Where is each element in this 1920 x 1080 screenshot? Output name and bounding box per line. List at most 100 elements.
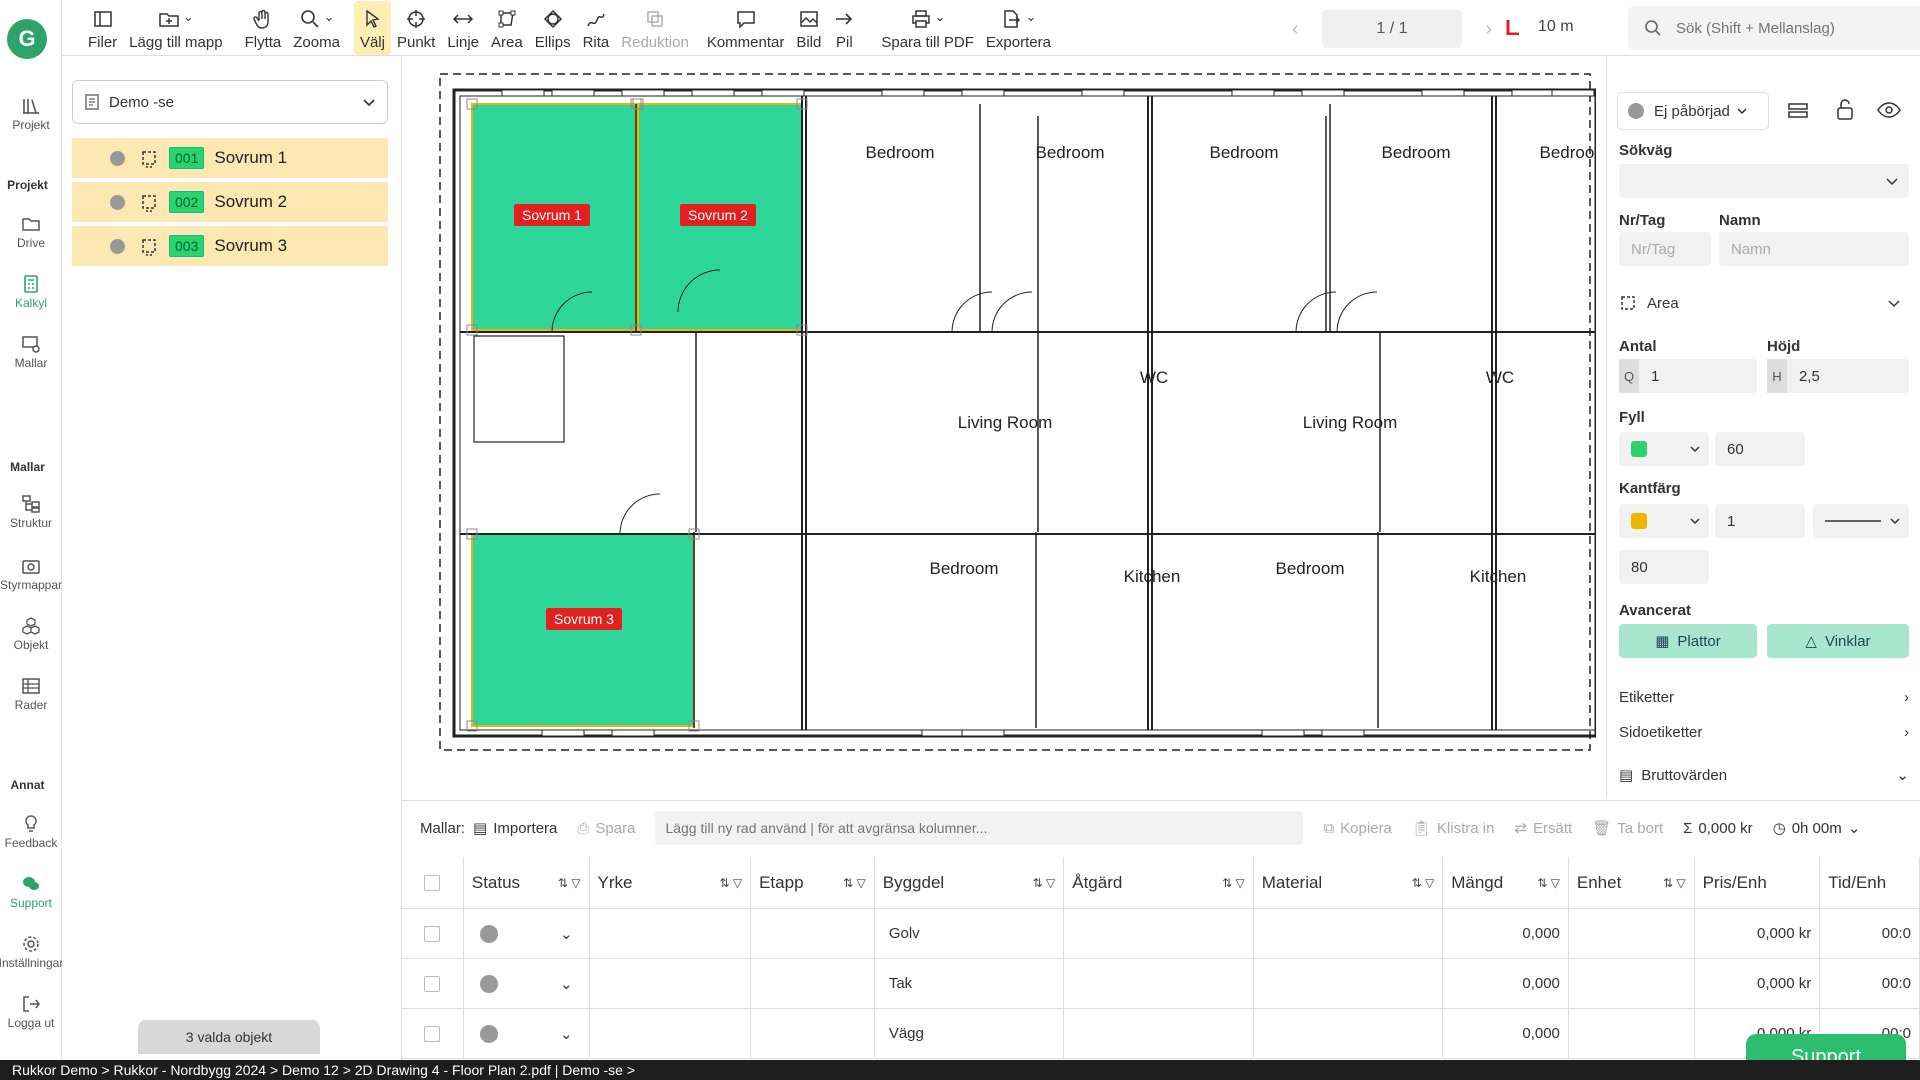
toolbar-linje-button[interactable]: Linje <box>441 1 485 55</box>
pris-cell[interactable]: 0,000 kr <box>1695 909 1821 958</box>
table-row[interactable]: ⌄Vägg0,0000,000 kr00:0 <box>402 1009 1920 1059</box>
namn-input[interactable]: Namn <box>1719 232 1909 266</box>
document-select[interactable]: Demo -se <box>72 80 388 124</box>
yrke-cell[interactable] <box>590 959 752 1008</box>
new-row-input[interactable] <box>655 811 1304 845</box>
tid-cell[interactable]: 00:0 <box>1820 959 1920 1008</box>
toolbar-punkt-button[interactable]: Punkt <box>391 1 441 55</box>
app-logo[interactable]: G <box>7 19 47 59</box>
pris-cell[interactable]: 0,000 kr <box>1695 959 1821 1008</box>
column-header[interactable]: Yrke ⇅ ▽ <box>590 857 752 908</box>
toolbar-zooma-button[interactable]: ⌄ Zooma <box>287 1 346 55</box>
rail-item-feedback[interactable]: Feedback <box>0 814 62 850</box>
toolbar-välj-button[interactable]: Välj <box>353 1 391 55</box>
floor-plan[interactable]: Bedroom Bedroom Bedroom Bedroom Bedroom Bedro… <box>402 56 1596 796</box>
toolbar-ellips-button[interactable]: Ellips <box>529 1 577 55</box>
ersatt-button[interactable]: ⇄ Ersätt <box>1514 819 1572 838</box>
rail-item-projekt[interactable]: Projekt <box>0 96 62 132</box>
antal-field[interactable]: Q 1 <box>1619 359 1757 393</box>
sort-filter-icon[interactable]: ⇅ ▽ <box>1663 876 1686 890</box>
column-header[interactable]: Mängd ⇅ ▽ <box>1443 857 1569 908</box>
drawing-canvas[interactable]: Bedroom Bedroom Bedroom Bedroom Bedroom Bedro… <box>402 56 1596 796</box>
toolbar-spara-till-pdf-button[interactable]: ⌄ Spara till PDF <box>875 1 980 55</box>
sort-filter-icon[interactable]: ⇅ ▽ <box>1537 876 1560 890</box>
importera-button[interactable]: ▤ Importera <box>473 819 557 838</box>
status-dot[interactable] <box>110 238 125 254</box>
antal-input[interactable]: 1 <box>1639 359 1757 393</box>
rail-item-logga-ut[interactable]: Logga ut <box>0 994 62 1030</box>
plattor-button[interactable]: ▦ Plattor <box>1619 624 1757 658</box>
column-header[interactable]: Tid/Enh <box>1820 857 1920 908</box>
toolbar-area-button[interactable]: Area <box>485 1 529 55</box>
tabort-button[interactable]: 🗑︎ Ta bort <box>1592 819 1663 838</box>
table-row[interactable]: ⌄ Tak 0,000 0,000 kr 00:0 <box>402 959 1920 1009</box>
etiketter-row[interactable]: Etiketter › <box>1619 682 1909 712</box>
sort-filter-icon[interactable]: ⇅ ▽ <box>1033 876 1056 890</box>
hojd-field[interactable]: H 2,5 <box>1767 359 1909 393</box>
bruttovarden-row[interactable]: ▤ Bruttovärden ⌄ <box>1619 760 1909 790</box>
column-header[interactable]: Åtgärd ⇅ ▽ <box>1064 857 1254 908</box>
column-header[interactable]: Etapp ⇅ ▽ <box>751 857 875 908</box>
column-header[interactable]: Material ⇅ ▽ <box>1254 857 1444 908</box>
column-header[interactable]: Status ⇅ ▽ <box>464 857 590 908</box>
prev-page-icon[interactable]: ‹ <box>1292 18 1299 41</box>
layers-icon[interactable] <box>1787 100 1809 122</box>
tid-cell[interactable]: 00:0 <box>1820 909 1920 958</box>
rail-item-installningar[interactable]: Inställningar <box>0 934 63 970</box>
row-checkbox[interactable] <box>424 925 441 942</box>
toolbar-filer-button[interactable]: Filer <box>82 1 123 55</box>
object-item[interactable]: 001 Sovrum 1 <box>72 138 388 178</box>
unlock-icon[interactable] <box>1835 98 1855 122</box>
kant-opacity-input[interactable]: 80 <box>1619 550 1709 584</box>
type-selector[interactable]: Area <box>1619 288 1909 318</box>
mangd-cell[interactable]: 0,000 <box>1443 959 1569 1008</box>
hojd-input[interactable]: 2,5 <box>1787 359 1909 393</box>
sort-filter-icon[interactable]: ⇅ ▽ <box>558 876 581 890</box>
rail-item-support[interactable]: Support <box>0 874 62 910</box>
row-checkbox[interactable] <box>424 975 441 992</box>
eye-icon[interactable] <box>1877 100 1901 120</box>
search-input[interactable] <box>1676 19 1920 37</box>
enhet-cell[interactable] <box>1569 959 1695 1008</box>
line-style-select[interactable] <box>1813 504 1909 538</box>
status-cell[interactable]: ⌄ <box>464 959 590 1008</box>
atgard-cell[interactable] <box>1064 1009 1254 1058</box>
toolbar-kommentar-button[interactable]: Kommentar <box>701 1 791 55</box>
enhet-cell[interactable] <box>1569 909 1695 958</box>
nrtag-input[interactable]: Nr/Tag <box>1619 232 1711 266</box>
material-cell[interactable] <box>1254 959 1444 1008</box>
search-box[interactable] <box>1628 6 1920 50</box>
sort-filter-icon[interactable]: ⇅ ▽ <box>719 876 742 890</box>
etapp-cell[interactable] <box>751 1009 875 1058</box>
rail-item-styrmappar[interactable]: Styrmappar <box>0 556 62 592</box>
status-cell[interactable]: ⌄ <box>464 1009 590 1058</box>
sort-filter-icon[interactable]: ⇅ ▽ <box>1412 876 1435 890</box>
sidoetiketter-row[interactable]: Sidoetiketter › <box>1619 717 1909 747</box>
vinklar-button[interactable]: △ Vinklar <box>1767 624 1909 658</box>
byggdel-cell[interactable]: Golv <box>875 909 1065 958</box>
table-row[interactable]: ⌄ Golv 0,000 0,000 kr 00:0 <box>402 909 1920 959</box>
object-item[interactable]: 003 Sovrum 3 <box>72 226 388 266</box>
page-indicator[interactable]: ‹ 1 / 1 › <box>1292 10 1492 48</box>
rail-item-objekt[interactable]: Objekt <box>0 616 62 652</box>
status-dot[interactable] <box>110 194 125 210</box>
sort-filter-icon[interactable]: ⇅ ▽ <box>1222 876 1245 890</box>
rail-item-kalkyl[interactable]: Kalkyl <box>0 274 62 310</box>
atgard-cell[interactable] <box>1064 959 1254 1008</box>
footer-breadcrumb[interactable]: Rukkor Demo > Rukkor - Nordbygg 2024 > D… <box>0 1060 1920 1080</box>
column-header[interactable]: Byggdel ⇅ ▽ <box>875 857 1065 908</box>
klistra-button[interactable]: 📋︎ Klistra in <box>1412 819 1495 838</box>
etapp-cell[interactable] <box>751 909 875 958</box>
fyll-color-select[interactable] <box>1619 432 1709 466</box>
rail-item-rader[interactable]: Rader <box>0 676 62 712</box>
material-cell[interactable] <box>1254 909 1444 958</box>
yrke-cell[interactable] <box>590 1009 752 1058</box>
toolbar-flytta-button[interactable]: Flytta <box>239 1 288 55</box>
time-display[interactable]: ◷ 0h 00m ⌄ <box>1773 819 1861 838</box>
row-checkbox[interactable] <box>424 1025 441 1042</box>
etapp-cell[interactable] <box>751 959 875 1008</box>
fyll-opacity-input[interactable]: 60 <box>1715 432 1805 466</box>
toolbar-pil-button[interactable]: Pil <box>827 1 861 55</box>
byggdel-cell[interactable]: Vägg <box>875 1009 1065 1058</box>
rail-item-drive[interactable]: Drive <box>0 214 62 250</box>
